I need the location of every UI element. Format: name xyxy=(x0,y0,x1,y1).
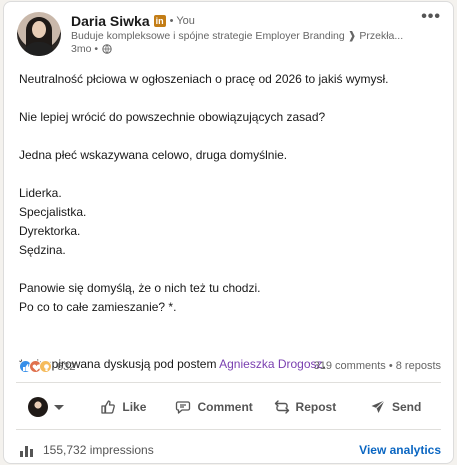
divider xyxy=(16,382,441,383)
comment-button[interactable]: Comment xyxy=(169,399,260,415)
view-analytics-link[interactable]: View analytics xyxy=(359,443,441,457)
reaction-count: 632 xyxy=(57,360,76,373)
repost-label: Repost xyxy=(295,400,337,414)
divider xyxy=(16,429,441,430)
like-icon xyxy=(101,400,116,414)
post-line: Neutralność płciowa w ogłoszeniach o pra… xyxy=(19,72,389,86)
reactions-summary[interactable]: 632 xyxy=(19,360,75,373)
like-label: Like xyxy=(122,400,147,414)
globe-icon xyxy=(102,44,112,54)
post-line: Specjalistka. xyxy=(19,205,87,219)
send-label: Send xyxy=(391,400,422,414)
more-icon[interactable]: ••• xyxy=(421,8,441,26)
post-line: Dyrektorka. xyxy=(19,224,81,238)
post-header: Daria Siwka in • You Buduje kompleksowe … xyxy=(17,8,443,58)
post-card: Daria Siwka in • You Buduje kompleksowe … xyxy=(3,1,454,464)
author-name-row: Daria Siwka in • You xyxy=(71,13,195,29)
analytics-footer: 155,732 impressions View analytics xyxy=(19,440,441,460)
action-bar: Like Comment Repost Send xyxy=(18,392,441,422)
author-headline: Buduje kompleksowe i spójne strategie Em… xyxy=(71,30,404,42)
post-line: Jedna płeć wskazywana celowo, druga domy… xyxy=(19,148,288,162)
actor-avatar xyxy=(28,397,48,417)
post-time: 3mo • xyxy=(71,43,99,55)
repost-button[interactable]: Repost xyxy=(260,399,351,415)
insight-reaction-icon xyxy=(39,360,52,373)
social-counts: 632 319 comments • 8 reposts xyxy=(19,360,441,376)
post-line: Liderka. xyxy=(19,186,62,200)
post-line: Nie lepiej wrócić do powszechnie obowiąz… xyxy=(19,110,326,124)
linkedin-badge-icon: in xyxy=(153,15,166,27)
repost-icon xyxy=(274,400,289,414)
comments-reposts-count[interactable]: 319 comments • 8 reposts xyxy=(314,360,441,372)
post-meta: 3mo • xyxy=(71,43,112,55)
like-button[interactable]: Like xyxy=(78,399,169,415)
author-avatar[interactable] xyxy=(17,12,61,56)
send-icon xyxy=(371,400,385,413)
send-button[interactable]: Send xyxy=(350,399,441,415)
analytics-icon xyxy=(20,446,33,457)
comment-label: Comment xyxy=(197,400,253,414)
post-line: Po co to całe zamieszanie? *. xyxy=(19,300,177,314)
post-content: Neutralność płciowa w ogłoszeniach o pra… xyxy=(19,70,444,374)
post-line: Panowie się domyślą, że o nich też tu ch… xyxy=(19,281,261,295)
impressions-count: 155,732 impressions xyxy=(43,443,154,457)
post-line: Sędzina. xyxy=(19,243,66,257)
caret-down-icon xyxy=(54,404,64,410)
author-name[interactable]: Daria Siwka xyxy=(71,13,150,29)
actor-switcher[interactable] xyxy=(18,397,78,417)
relation-label: • You xyxy=(169,15,195,27)
comment-icon xyxy=(176,401,191,414)
